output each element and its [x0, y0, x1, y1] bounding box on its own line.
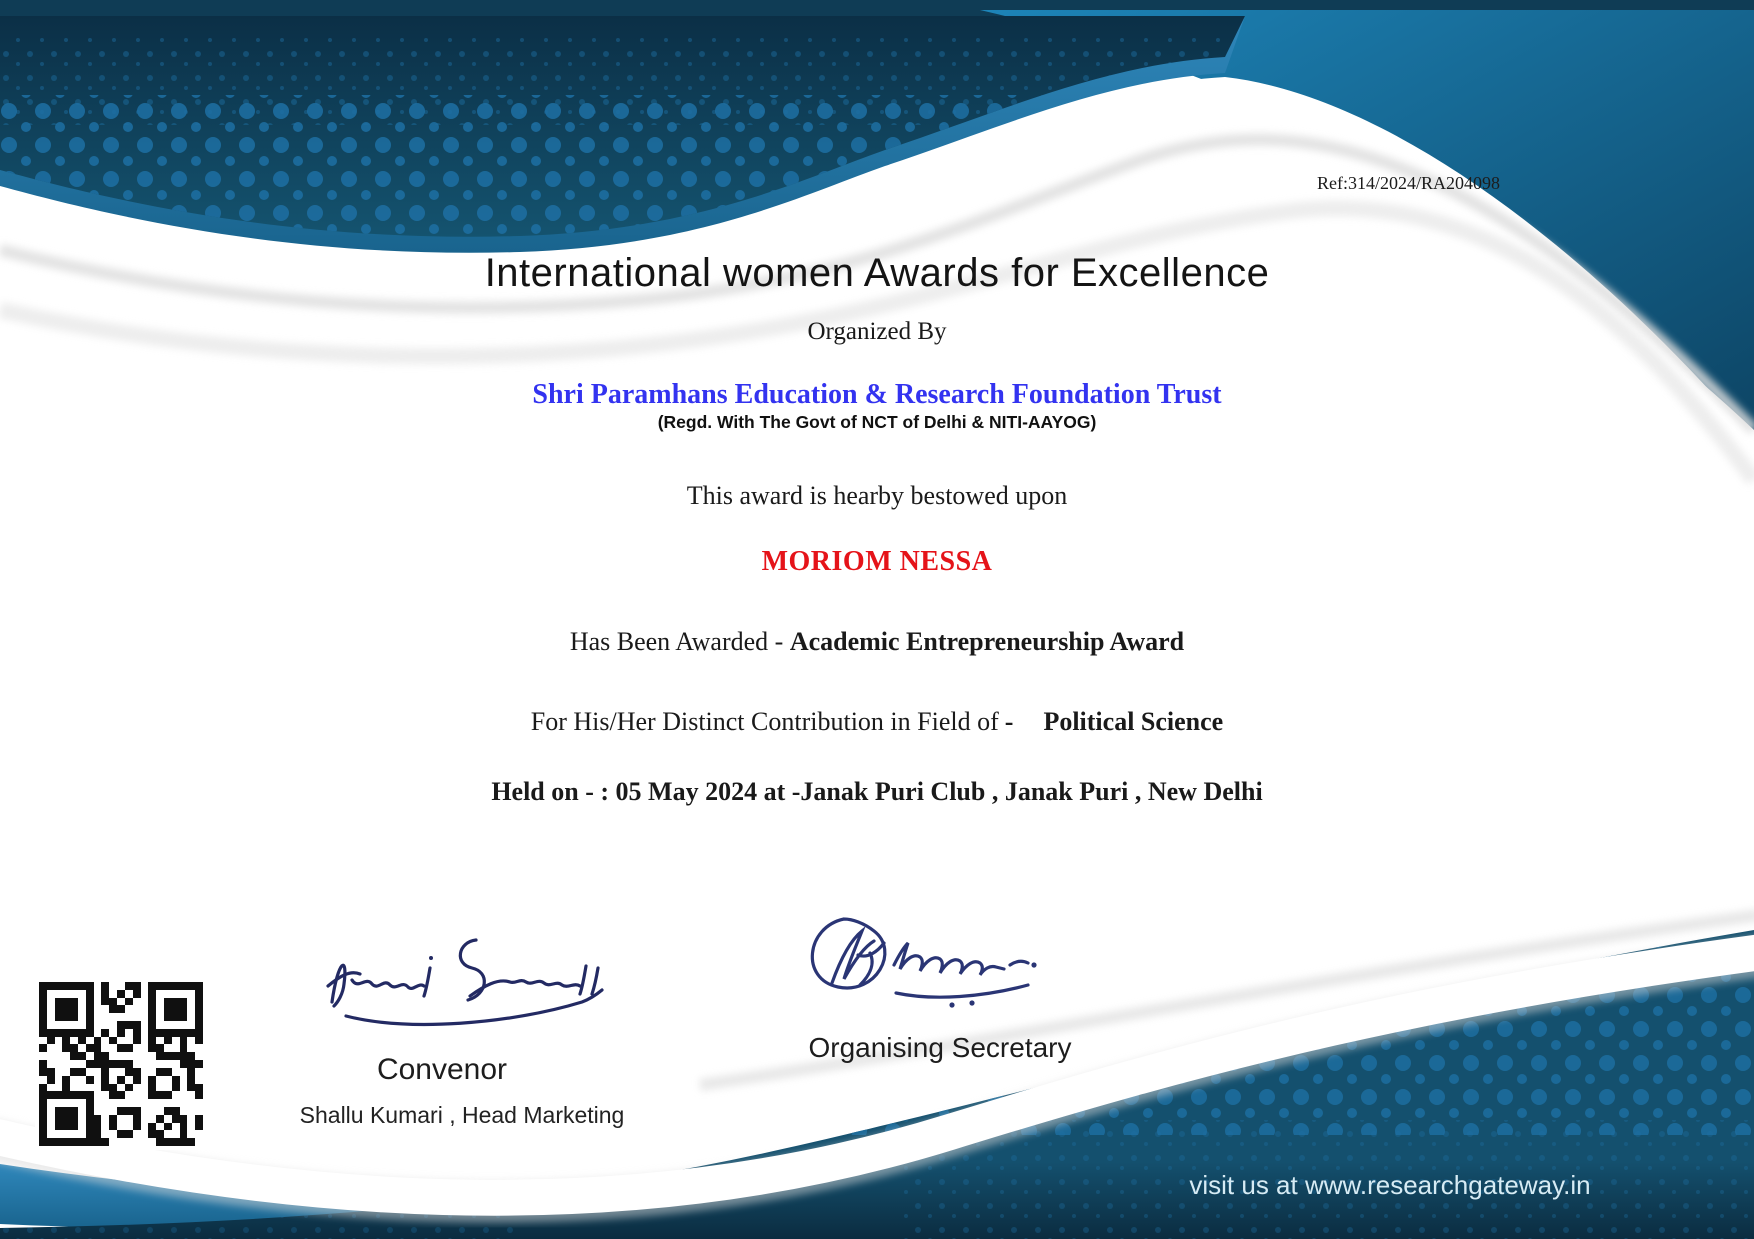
event-line: Held on - : 05 May 2024 at -Janak Puri C… [0, 777, 1754, 807]
certificate-title: International women Awards for Excellenc… [0, 250, 1754, 296]
organization-name: Shri Paramhans Education & Research Foun… [0, 379, 1754, 411]
award-line: Has Been Awarded - Academic Entrepreneur… [0, 627, 1754, 657]
ref-number: Ref:314/2024/RA204098 [1317, 173, 1500, 194]
convenor-name-label: Shallu Kumari , Head Marketing [272, 1102, 652, 1129]
registration-note: (Regd. With The Govt of NCT of Delhi & N… [0, 412, 1754, 432]
field-prefix: For His/Her Distinct Contribution in Fie… [531, 707, 999, 736]
secretary-signature [782, 903, 1082, 1015]
organized-by-label: Organized By [0, 318, 1754, 347]
secretary-role-label: Organising Secretary [740, 1032, 1140, 1064]
website-line: visit us at www.researchgateway.in [1180, 1170, 1600, 1201]
certificate-content: Ref:314/2024/RA204098 International wome… [0, 0, 1754, 1239]
award-prefix: Has Been Awarded - [570, 627, 790, 656]
convenor-role-label: Convenor [292, 1053, 592, 1087]
field-name: Political Science [1043, 707, 1223, 736]
recipient-name: MORIOM NESSA [0, 546, 1754, 578]
field-line: For His/Her Distinct Contribution in Fie… [0, 707, 1754, 737]
certificate-page: Ref:314/2024/RA204098 International wome… [0, 0, 1754, 1239]
field-dash: - [1005, 707, 1014, 736]
convenor-signature [318, 918, 618, 1043]
award-name: Academic Entrepreneurship Award [790, 627, 1184, 656]
bestow-line: This award is hearby bestowed upon [0, 481, 1754, 511]
qr-code [35, 978, 207, 1150]
